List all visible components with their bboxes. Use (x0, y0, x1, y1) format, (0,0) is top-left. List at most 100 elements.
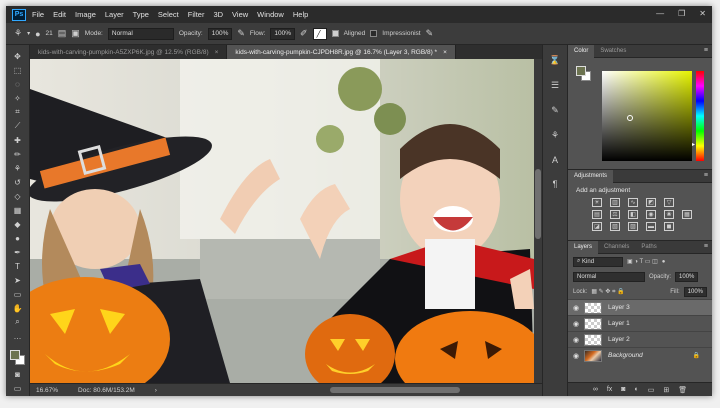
mask-icon[interactable]: ◙ (621, 386, 625, 393)
blur-tool-icon[interactable]: ◆ (11, 219, 25, 229)
menu-layer[interactable]: Layer (105, 10, 124, 19)
color-picker-cursor[interactable] (627, 115, 633, 121)
quick-mask-icon[interactable]: ◙ (11, 369, 25, 379)
color-picker-field[interactable] (602, 71, 692, 161)
panel-menu-icon[interactable]: ≡ (704, 172, 708, 179)
hue-slider[interactable] (696, 71, 704, 161)
menu-image[interactable]: Image (75, 10, 96, 19)
photo-filter-icon[interactable]: ◉ (646, 210, 656, 219)
quick-select-tool-icon[interactable]: ✧ (11, 93, 25, 103)
dodge-tool-icon[interactable]: ● (11, 233, 25, 243)
horizontal-scroll-thumb[interactable] (330, 387, 460, 393)
layer-row[interactable]: ◉ Layer 3 (568, 299, 712, 315)
menu-view[interactable]: View (232, 10, 248, 19)
lock-icons[interactable]: ▦ ✎ ✥ ⌗ 🔒 (591, 288, 624, 296)
close-icon[interactable]: × (443, 49, 447, 56)
filter-toggle-icon[interactable]: ● (662, 259, 666, 265)
fx-icon[interactable]: fx (607, 386, 612, 393)
color-swatches[interactable] (9, 349, 27, 365)
healing-brush-tool-icon[interactable]: ✚ (11, 135, 25, 145)
folder-icon[interactable]: ▭ (648, 386, 655, 394)
hue-saturation-icon[interactable]: ▤ (592, 210, 602, 219)
close-button[interactable]: ✕ (699, 9, 706, 18)
impressionist-checkbox[interactable] (370, 30, 378, 37)
clone-source-panel-icon[interactable]: ⚘ (551, 130, 559, 141)
close-icon[interactable]: × (215, 49, 219, 56)
pressure-opacity-icon[interactable]: ✎ (237, 28, 245, 39)
blend-mode-select[interactable]: Normal (573, 271, 645, 282)
chevron-down-icon[interactable]: ▾ (27, 30, 30, 37)
new-layer-icon[interactable]: ⊞ (663, 386, 669, 394)
menu-select[interactable]: Select (158, 10, 179, 19)
tab-channels[interactable]: Channels (598, 241, 635, 254)
layer-filter-select[interactable]: ⌕ Kind (573, 256, 623, 267)
airbrush-icon[interactable]: ✐ (300, 28, 308, 39)
exposure-icon[interactable]: ◩ (646, 198, 656, 207)
layer-row[interactable]: ◉ Layer 2 (568, 331, 712, 347)
eraser-tool-icon[interactable]: ◇ (11, 191, 25, 201)
tab-paths[interactable]: Paths (635, 241, 662, 254)
mode-select[interactable]: Normal (107, 27, 174, 40)
brush-settings-icon[interactable]: ▤ (58, 28, 67, 39)
color-lookup-icon[interactable]: ▦ (682, 210, 692, 219)
clone-stamp-tool-icon[interactable]: ⚘ (11, 163, 25, 173)
menu-filter[interactable]: Filter (188, 10, 205, 19)
sample-icon[interactable]: ╱ (312, 27, 327, 40)
move-tool-icon[interactable]: ✥ (11, 51, 25, 61)
tab-document-2[interactable]: kids-with-carving-pumpkin-CJPDH8R.jpg @ … (227, 45, 456, 59)
minimize-button[interactable]: — (656, 9, 664, 18)
rectangle-tool-icon[interactable]: ▭ (11, 289, 25, 299)
zoom-level[interactable]: 16.67% (36, 387, 58, 394)
aligned-checkbox[interactable] (331, 30, 339, 37)
levels-icon[interactable]: ▥ (610, 198, 620, 207)
hand-tool-icon[interactable]: ✋ (11, 303, 25, 313)
paragraph-panel-icon[interactable]: ¶ (553, 179, 558, 189)
lasso-tool-icon[interactable]: ◌ (11, 79, 25, 89)
link-icon[interactable]: ∞ (593, 386, 598, 393)
history-brush-tool-icon[interactable]: ↺ (11, 177, 25, 187)
screen-mode-icon[interactable]: ▭ (11, 383, 25, 393)
clone-stamp-tool-icon[interactable]: ⚘ (14, 28, 22, 39)
panel-menu-icon[interactable]: ≡ (704, 243, 708, 250)
tab-color[interactable]: Color (568, 44, 595, 58)
tab-adjustments[interactable]: Adjustments (568, 169, 614, 183)
selective-color-icon[interactable]: ◼ (664, 222, 674, 231)
adjustment-icon[interactable]: ◐ (635, 386, 639, 393)
opacity-input[interactable]: 100% (207, 27, 233, 40)
eyedropper-tool-icon[interactable]: ⟋ (11, 121, 25, 131)
vertical-scroll-thumb[interactable] (535, 169, 541, 239)
pressure-size-icon[interactable]: ✎ (426, 28, 434, 39)
trash-icon[interactable]: 🗑 (678, 386, 687, 394)
clone-source-icon[interactable]: ▣ (71, 28, 80, 39)
marquee-tool-icon[interactable]: ⬚ (11, 65, 25, 75)
menu-type[interactable]: Type (133, 10, 149, 19)
path-select-tool-icon[interactable]: ➤ (11, 275, 25, 285)
brightness-contrast-icon[interactable]: ☀ (592, 198, 602, 207)
layer-opacity-input[interactable]: 100% (675, 271, 699, 282)
tab-layers[interactable]: Layers (568, 240, 599, 254)
menu-file[interactable]: File (32, 10, 44, 19)
character-panel-icon[interactable]: A (552, 155, 558, 165)
menu-help[interactable]: Help (293, 10, 308, 19)
document-canvas[interactable] (30, 59, 534, 383)
menu-3d[interactable]: 3D (213, 10, 223, 19)
layer-row[interactable]: ◉ Background 🔒 (568, 347, 712, 363)
eye-icon[interactable]: ◉ (568, 320, 584, 328)
gradient-tool-icon[interactable]: ▦ (11, 205, 25, 215)
threshold-icon[interactable]: ▨ (628, 222, 638, 231)
vibrance-icon[interactable]: ▽ (664, 198, 674, 207)
curves-icon[interactable]: ∿ (628, 198, 638, 207)
hue-slider-marker-icon[interactable]: ▸ (692, 141, 695, 148)
type-tool-icon[interactable]: T (11, 261, 25, 271)
more-tools-icon[interactable]: … (11, 331, 25, 341)
eye-icon[interactable]: ◉ (568, 352, 584, 360)
posterize-icon[interactable]: ▧ (610, 222, 620, 231)
eye-icon[interactable]: ◉ (568, 336, 584, 344)
maximize-button[interactable]: ❐ (678, 9, 685, 18)
tab-document-1[interactable]: kids-with-carving-pumpkin-A5ZXP6K.jpg @ … (30, 45, 228, 59)
filter-icons[interactable]: ▣ ◑ T ▭ ◫ (627, 258, 658, 265)
brush-tool-icon[interactable]: ✏ (11, 149, 25, 159)
tab-swatches[interactable]: Swatches (594, 45, 632, 58)
flow-input[interactable]: 100% (270, 27, 296, 40)
crop-tool-icon[interactable]: ⌗ (11, 107, 25, 117)
